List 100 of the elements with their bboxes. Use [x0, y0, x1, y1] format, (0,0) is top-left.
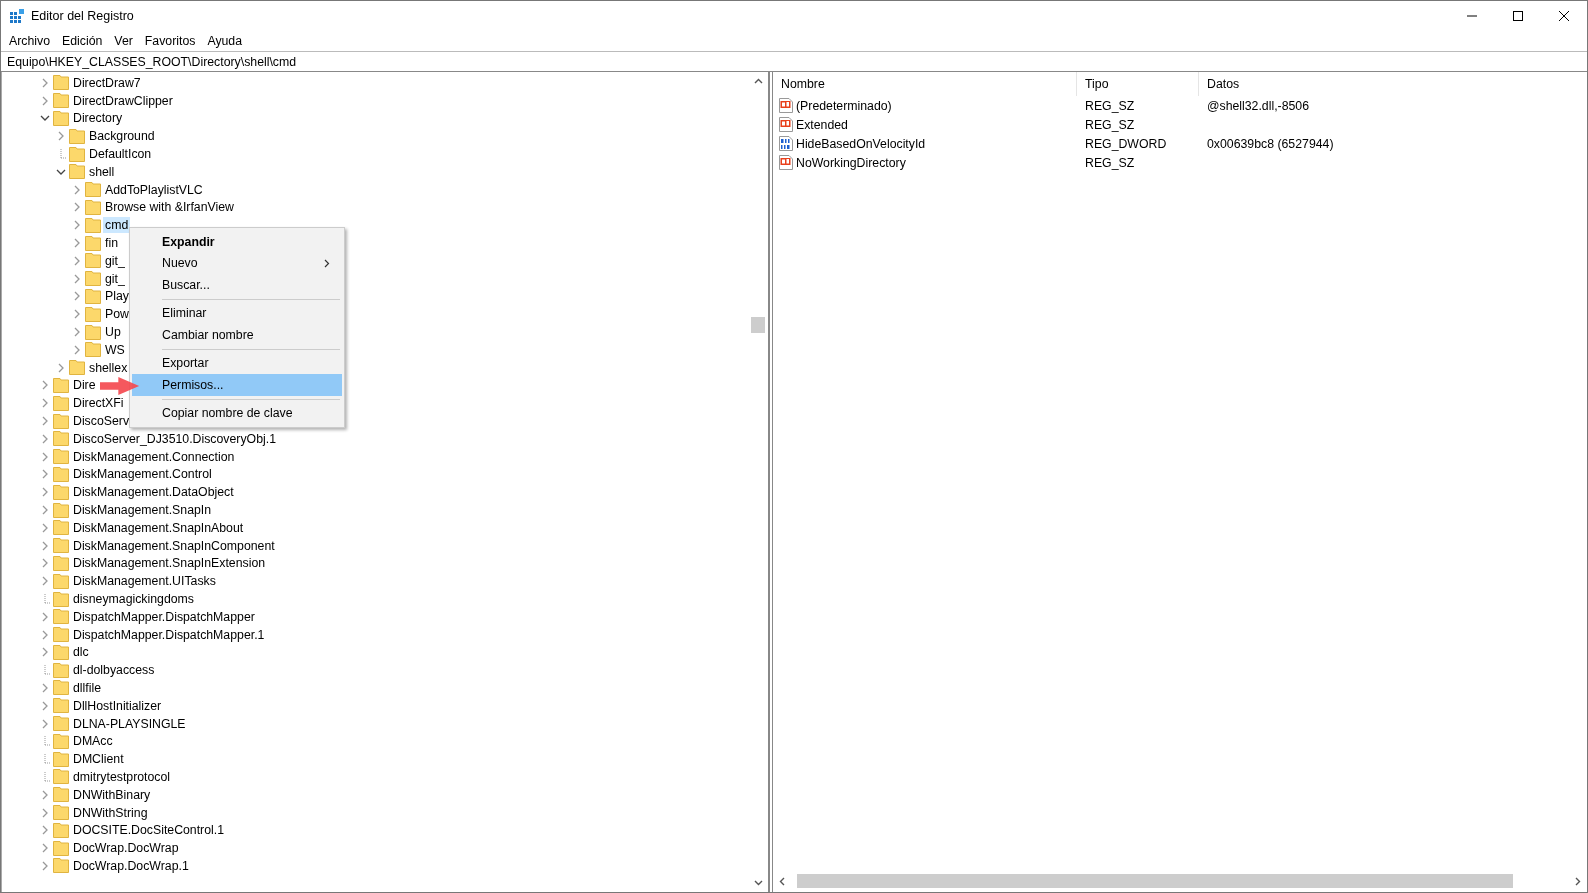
value-name[interactable]: Extended	[796, 117, 848, 132]
expand-chevron-icon[interactable]	[40, 416, 50, 427]
tree-item[interactable]: AddToPlaylistVLC	[103, 181, 205, 198]
tree-item[interactable]: DiskManagement.Connection	[71, 448, 237, 465]
menu-item[interactable]: Archivo	[3, 34, 56, 48]
expand-chevron-icon[interactable]	[40, 789, 50, 800]
expand-chevron-icon[interactable]	[40, 505, 50, 515]
expand-chevron-icon[interactable]	[40, 398, 50, 409]
expand-chevron-icon[interactable]	[40, 487, 50, 498]
column-header[interactable]: Datos	[1199, 72, 1587, 96]
tree-item[interactable]: Browse with &IrfanView	[103, 199, 236, 216]
expand-chevron-icon[interactable]	[72, 344, 82, 355]
tree-item[interactable]: DMClient	[71, 751, 126, 768]
tree-item[interactable]: shell	[87, 163, 117, 180]
expand-chevron-icon[interactable]	[72, 238, 82, 249]
tree-item[interactable]: DiskManagement.SnapIn	[71, 502, 214, 518]
tree-item[interactable]: git_	[103, 252, 127, 269]
expand-chevron-icon[interactable]	[40, 540, 50, 551]
scroll-up-icon[interactable]	[754, 78, 763, 84]
expand-chevron-icon[interactable]	[72, 327, 82, 338]
scroll-right-icon[interactable]	[1575, 876, 1581, 886]
tree-item[interactable]: Background	[87, 128, 157, 145]
tree-item[interactable]: DocWrap.DocWrap	[71, 840, 181, 857]
expand-chevron-icon[interactable]	[40, 522, 50, 533]
column-header[interactable]: Tipo	[1077, 72, 1199, 96]
tree-item[interactable]: Up	[103, 324, 123, 341]
tree-item[interactable]: dlc	[71, 644, 91, 661]
expand-chevron-icon[interactable]	[40, 558, 50, 569]
tree-item[interactable]: DLNA-PLAYSINGLE	[71, 715, 188, 732]
expand-chevron-icon[interactable]	[72, 220, 82, 231]
expand-chevron-icon[interactable]	[40, 451, 50, 462]
expand-chevron-icon[interactable]	[40, 807, 50, 818]
tree-item[interactable]: DiskManagement.DataObject	[71, 484, 236, 501]
expand-chevron-icon[interactable]	[72, 273, 82, 284]
tree-item[interactable]: DiskManagement.SnapInExtension	[71, 555, 268, 572]
expand-chevron-icon[interactable]	[40, 843, 50, 854]
tree-item[interactable]: Play	[103, 288, 131, 305]
tree-item[interactable]: Dire	[71, 377, 98, 394]
expand-chevron-icon[interactable]	[40, 647, 50, 658]
menu-item[interactable]: Favoritos	[138, 34, 202, 48]
tree-item[interactable]: DiskManagement.SnapInComponent	[71, 537, 277, 554]
tree-item[interactable]: dmitrytestprotocol	[71, 768, 173, 785]
value-name[interactable]: NoWorkingDirectory	[796, 155, 906, 170]
menu-item[interactable]: Nuevo	[132, 252, 342, 274]
expand-chevron-icon[interactable]	[40, 825, 50, 836]
value-name[interactable]: (Predeterminado)	[796, 98, 892, 113]
tree-item[interactable]: DispatchMapper.DispatchMapper	[71, 608, 257, 625]
column-header[interactable]: Nombre	[773, 72, 1077, 96]
scroll-thumb[interactable]	[751, 317, 765, 333]
expand-chevron-icon[interactable]	[40, 469, 50, 480]
tree-item[interactable]: DOCSITE.DocSiteControl.1	[71, 822, 227, 839]
menu-item[interactable]: Ayuda	[201, 34, 249, 48]
tree-item[interactable]: DirectDrawClipper	[71, 92, 175, 109]
expand-chevron-icon[interactable]	[72, 309, 82, 320]
tree-item[interactable]: fin	[103, 235, 120, 252]
tree-item[interactable]: git_	[103, 270, 127, 287]
value-name[interactable]: HideBasedOnVelocityId	[796, 136, 926, 151]
tree-item[interactable]: DiskManagement.SnapInAbout	[71, 519, 246, 536]
tree-item[interactable]: DiskManagement.Control	[71, 466, 214, 483]
menu-item[interactable]: Expandir	[132, 231, 342, 253]
expand-chevron-icon[interactable]	[40, 860, 50, 871]
tree-item[interactable]: DefaultIcon	[87, 146, 154, 163]
menu-item[interactable]: Eliminar	[132, 302, 342, 324]
tree-item[interactable]: DNWithString	[71, 804, 150, 821]
expand-chevron-icon[interactable]	[72, 255, 82, 266]
tree-item[interactable]: Pow	[103, 306, 131, 323]
tree-item[interactable]: DiscoServ	[71, 413, 132, 430]
tree-item[interactable]: DllHostInitializer	[71, 697, 164, 714]
tree-item[interactable]: WS	[103, 341, 127, 358]
expand-chevron-icon[interactable]	[40, 433, 50, 444]
expand-chevron-icon[interactable]	[40, 95, 50, 106]
tree-item[interactable]: cmd	[103, 217, 131, 234]
tree-item[interactable]: DirectDraw7	[71, 74, 143, 91]
tree-item[interactable]: DMAcc	[71, 733, 115, 750]
tree-item[interactable]: DispatchMapper.DispatchMapper.1	[71, 626, 267, 643]
tree-item[interactable]: Directory	[71, 110, 125, 127]
tree-item[interactable]: disneymagickingdoms	[71, 591, 196, 607]
menu-item[interactable]: Cambiar nombre	[132, 324, 342, 346]
expand-chevron-icon[interactable]	[40, 77, 50, 88]
tree-item[interactable]: DiscoServer_DJ3510.DiscoveryObj.1	[71, 430, 278, 447]
expand-chevron-icon[interactable]	[72, 202, 82, 213]
expand-chevron-icon[interactable]	[40, 700, 50, 711]
menu-item[interactable]: Exportar	[132, 352, 342, 374]
expand-chevron-icon[interactable]	[40, 683, 50, 693]
expand-chevron-icon[interactable]	[56, 362, 66, 373]
tree-item[interactable]: dl-dolbyaccess	[71, 662, 157, 679]
expand-chevron-icon[interactable]	[40, 576, 50, 587]
expand-chevron-icon[interactable]	[72, 184, 82, 195]
scroll-down-icon[interactable]	[754, 880, 763, 886]
expand-chevron-icon[interactable]	[72, 291, 82, 302]
tree-item[interactable]: DirectXFi	[71, 395, 126, 412]
expand-chevron-icon[interactable]	[40, 718, 50, 729]
expand-chevron-icon[interactable]	[56, 131, 66, 142]
menu-item[interactable]: Ver	[108, 34, 139, 48]
menu-item[interactable]: Permisos...	[132, 374, 342, 396]
scroll-thumb[interactable]	[797, 874, 1513, 888]
menu-item[interactable]: Buscar...	[132, 274, 342, 296]
expand-chevron-icon[interactable]	[40, 380, 50, 391]
tree-item[interactable]: DocWrap.DocWrap.1	[71, 857, 191, 874]
address-field[interactable]: Equipo\HKEY_CLASSES_ROOT\Directory\shell\cmd	[1, 51, 1587, 72]
